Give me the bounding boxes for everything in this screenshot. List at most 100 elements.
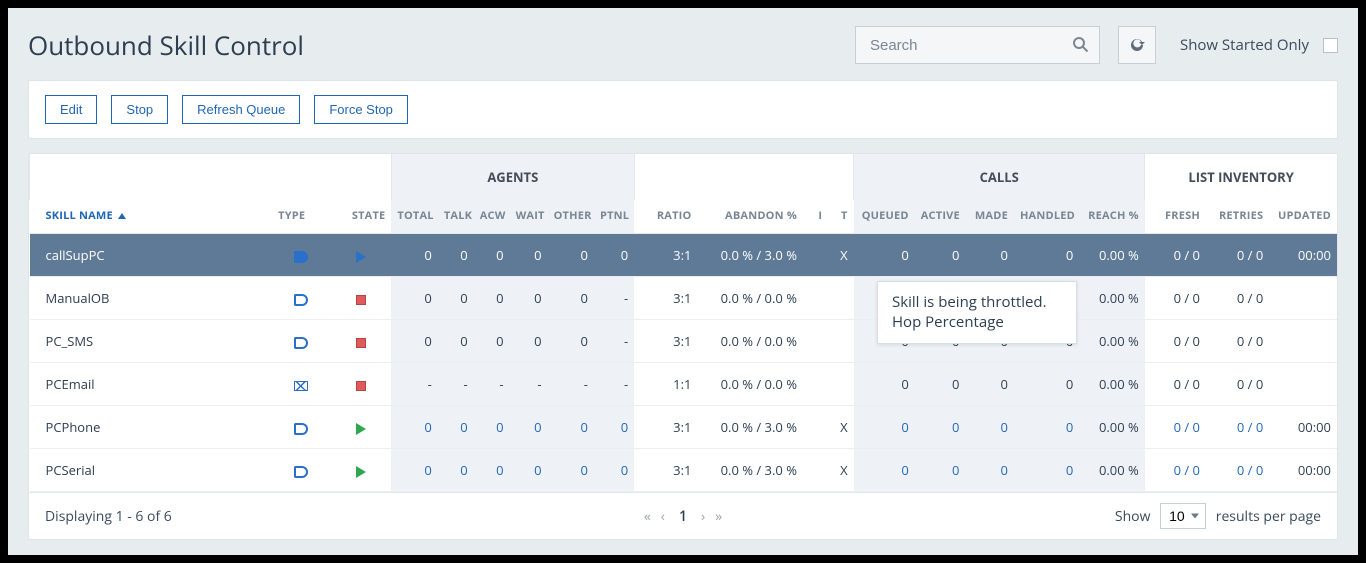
edit-button[interactable]: Edit [45, 95, 97, 124]
cell-type [272, 320, 330, 363]
search-field[interactable] [855, 26, 1100, 64]
cell-ratio: 3:1 [634, 277, 697, 320]
col-fresh[interactable]: FRESH [1145, 200, 1206, 234]
cell-ptnl: - [594, 363, 634, 406]
table-row[interactable]: PCEmail------1:10.0 % / 0.0 %00000.00 %0… [30, 363, 1338, 406]
table-row[interactable]: ManualOB00000-3:10.0 % / 0.0 %0.00 %0 / … [30, 277, 1338, 320]
cell-made: 0 [965, 449, 1014, 492]
cell-fresh: 0 / 0 [1145, 320, 1206, 363]
tooltip-line1: Skill is being throttled. [892, 292, 1062, 312]
col-updated[interactable]: UPDATED [1269, 200, 1337, 234]
cell-queued: 0 [854, 363, 915, 406]
toolbar-panel: Edit Stop Refresh Queue Force Stop [28, 80, 1338, 139]
table-row[interactable]: PCPhone0000003:10.0 % / 3.0 %X00000.00 %… [30, 406, 1338, 449]
cell-total: 0 [391, 234, 437, 277]
cell-handled: 0 [1014, 449, 1079, 492]
results-per-page: Show 10 results per page [1115, 503, 1321, 529]
cell-other: 0 [548, 406, 594, 449]
outbound-icon [294, 251, 308, 263]
table-row[interactable]: callSupPC0000003:10.0 % / 3.0 %X00000.00… [30, 234, 1338, 277]
pager-prev-icon[interactable]: ‹ [661, 507, 665, 526]
col-retries[interactable]: RETRIES [1206, 200, 1269, 234]
col-other[interactable]: OTHER [548, 200, 594, 234]
outbound-icon [294, 294, 308, 306]
cell-total: 0 [391, 406, 437, 449]
rpp-select[interactable]: 10 [1160, 503, 1206, 529]
cell-state [330, 277, 391, 320]
cell-fresh: 0 / 0 [1145, 234, 1206, 277]
cell-retries: 0 / 0 [1206, 277, 1269, 320]
cell-t [828, 277, 853, 320]
play-icon [356, 466, 366, 478]
cell-t: X [828, 406, 853, 449]
cell-wait: 0 [510, 277, 548, 320]
refresh-button[interactable] [1118, 26, 1156, 64]
cell-name: callSupPC [30, 234, 273, 277]
cell-type [272, 449, 330, 492]
cell-ratio: 3:1 [634, 234, 697, 277]
cell-total: - [391, 363, 437, 406]
cell-updated: 00:00 [1269, 234, 1337, 277]
cell-active: 0 [915, 363, 966, 406]
rpp-show-label: Show [1115, 507, 1151, 526]
col-t[interactable]: T [828, 200, 853, 234]
show-started-only-checkbox[interactable] [1323, 38, 1338, 53]
cell-total: 0 [391, 277, 437, 320]
search-icon[interactable] [1071, 35, 1091, 55]
stop-button[interactable]: Stop [111, 95, 168, 124]
cell-updated: 00:00 [1269, 449, 1337, 492]
table-row[interactable]: PCSerial0000003:10.0 % / 3.0 %X00000.00 … [30, 449, 1338, 492]
pager-last-icon[interactable]: » [715, 507, 722, 526]
pager-first-icon[interactable]: « [644, 507, 651, 526]
cell-total: 0 [391, 449, 437, 492]
col-ptnl[interactable]: PTNL [594, 200, 634, 234]
col-wait[interactable]: WAIT [510, 200, 548, 234]
col-handled[interactable]: HANDLED [1014, 200, 1079, 234]
cell-updated: 00:00 [1269, 406, 1337, 449]
cell-name: PC_SMS [30, 320, 273, 363]
col-active[interactable]: ACTIVE [915, 200, 966, 234]
cell-wait: 0 [510, 406, 548, 449]
tooltip-line2: Hop Percentage [892, 312, 1062, 332]
pager-next-icon[interactable]: › [701, 507, 705, 526]
cell-abandon: 0.0 % / 0.0 % [697, 277, 803, 320]
cell-active: 0 [915, 234, 966, 277]
col-i[interactable]: I [803, 200, 828, 234]
col-total[interactable]: TOTAL [391, 200, 437, 234]
col-talk[interactable]: TALK [438, 200, 474, 234]
cell-ptnl: 0 [594, 449, 634, 492]
col-state[interactable]: STATE [330, 200, 391, 234]
cell-acw: 0 [474, 277, 510, 320]
col-made[interactable]: MADE [965, 200, 1014, 234]
show-started-only[interactable]: Show Started Only [1180, 35, 1338, 55]
table-row[interactable]: PC_SMS00000-3:10.0 % / 0.0 %00000.00 %0 … [30, 320, 1338, 363]
cell-retries: 0 / 0 [1206, 234, 1269, 277]
group-list-inventory: LIST INVENTORY [1145, 154, 1337, 200]
force-stop-button[interactable]: Force Stop [314, 95, 408, 124]
group-calls: CALLS [854, 154, 1145, 200]
col-reach[interactable]: REACH % [1079, 200, 1144, 234]
cell-state [330, 449, 391, 492]
cell-type [272, 406, 330, 449]
cell-acw: 0 [474, 320, 510, 363]
cell-state [330, 406, 391, 449]
col-acw[interactable]: ACW [474, 200, 510, 234]
cell-talk: 0 [438, 234, 474, 277]
cell-retries: 0 / 0 [1206, 320, 1269, 363]
column-header-row: SKILL NAME TYPE STATE TOTAL TALK ACW WAI… [30, 200, 1338, 234]
cell-other: 0 [548, 277, 594, 320]
cell-reach: 0.00 % [1079, 234, 1144, 277]
col-type[interactable]: TYPE [272, 200, 330, 234]
col-queued[interactable]: QUEUED [854, 200, 915, 234]
col-skill-name[interactable]: SKILL NAME [30, 200, 273, 234]
refresh-queue-button[interactable]: Refresh Queue [182, 95, 300, 124]
outbound-icon [294, 337, 308, 349]
search-input[interactable] [868, 27, 1071, 63]
col-abandon[interactable]: ABANDON % [697, 200, 803, 234]
outbound-icon [294, 466, 308, 478]
cell-i [803, 449, 828, 492]
page-title: Outbound Skill Control [28, 27, 304, 63]
cell-ratio: 3:1 [634, 406, 697, 449]
col-ratio[interactable]: RATIO [634, 200, 697, 234]
refresh-icon [1128, 36, 1146, 54]
